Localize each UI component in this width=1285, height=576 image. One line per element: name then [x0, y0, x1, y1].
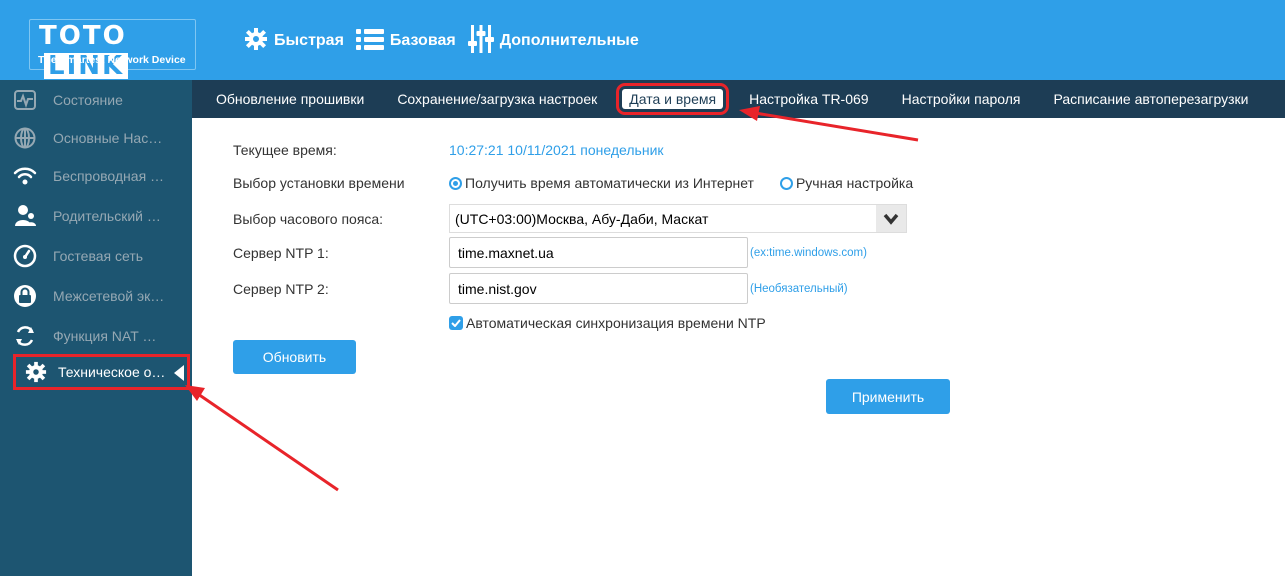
- logo-wordmark: TOTOLINK: [39, 21, 195, 81]
- sidebar-item-basic-settings[interactable]: Основные Нас…: [0, 118, 192, 158]
- ntp2-input[interactable]: [449, 273, 748, 304]
- apply-button[interactable]: Применить: [826, 379, 950, 414]
- timezone-label: Выбор часового пояса:: [233, 211, 384, 227]
- chevron-down-icon[interactable]: [876, 205, 906, 232]
- tab-save-load-settings[interactable]: Сохранение/загрузка настроек: [397, 91, 597, 107]
- sidebar-item-parental[interactable]: Родительский …: [0, 196, 192, 236]
- parental-icon: [13, 204, 37, 228]
- active-caret-icon: [174, 365, 184, 381]
- topnav-quick[interactable]: Быстрая: [244, 27, 344, 56]
- refresh-button[interactable]: Обновить: [233, 340, 356, 374]
- logo-tagline: The Smartest Network Device: [38, 54, 186, 66]
- tab-date-time[interactable]: Дата и время: [616, 83, 730, 115]
- list-icon: [355, 27, 390, 56]
- top-header: TOTOLINK The Smartest Network Device Быс…: [0, 0, 1285, 80]
- sidebar-item-status[interactable]: Состояние: [0, 80, 192, 120]
- sidebar-item-label: Состояние: [53, 92, 123, 108]
- sidebar-item-label: Основные Нас…: [53, 130, 163, 146]
- current-time-label: Текущее время:: [233, 142, 337, 158]
- globe-icon: [13, 126, 37, 150]
- top-nav: Быстрая Базовая Дополнительные: [244, 24, 651, 58]
- logo-left-text: TOTO: [39, 21, 127, 51]
- sliders-icon: [467, 24, 500, 58]
- sidebar-item-label: Беспроводная …: [53, 168, 165, 184]
- time-mode-label: Выбор установки времени: [233, 175, 405, 191]
- tab-firmware-upgrade[interactable]: Обновление прошивки: [216, 91, 364, 107]
- arrow-to-sidebar-line: [197, 392, 339, 492]
- firewall-icon: [13, 284, 37, 308]
- timezone-value: (UTC+03:00)Москва, Абу-Даби, Маскат: [455, 210, 709, 227]
- topnav-advanced-label: Дополнительные: [499, 32, 639, 49]
- auto-sync-checkbox[interactable]: [449, 316, 463, 330]
- topnav-basic-label: Базовая: [389, 32, 456, 49]
- sub-nav: Обновление прошивки Сохранение/загрузка …: [192, 80, 1285, 118]
- topnav-basic[interactable]: Базовая: [355, 27, 456, 56]
- ntp1-hint: (ex:time.windows.com): [750, 247, 867, 259]
- topnav-quick-label: Быстрая: [274, 32, 344, 49]
- sidebar-item-firewall[interactable]: Межсетевой эк…: [0, 276, 192, 316]
- sidebar-item-label: Межсетевой эк…: [53, 288, 165, 304]
- radio-manual-time-label[interactable]: Ручная настройка: [796, 175, 913, 191]
- check-icon: [451, 319, 461, 327]
- sidebar-item-label: Техническое о…: [58, 364, 166, 380]
- tab-password[interactable]: Настройки пароля: [902, 91, 1021, 107]
- ntp1-label: Сервер NTP 1:: [233, 245, 329, 261]
- sidebar-item-label: Гостевая сеть: [53, 248, 144, 264]
- ntp2-label: Сервер NTP 2:: [233, 281, 329, 297]
- radio-manual-time[interactable]: [779, 176, 793, 190]
- sidebar-item-nat[interactable]: Функция NAT …: [0, 316, 192, 356]
- sidebar-item-wireless[interactable]: Беспроводная …: [0, 156, 192, 196]
- auto-sync-row: Автоматическая синхронизация времени NTP: [449, 315, 766, 331]
- ntp2-hint: (Необязательный): [750, 283, 848, 295]
- gear-icon: [244, 27, 274, 56]
- sidebar-item-label: Функция NAT …: [53, 328, 157, 344]
- current-time-value: 10:27:21 10/11/2021 понедельник: [449, 142, 664, 158]
- pulse-icon: [13, 88, 37, 112]
- tab-reboot-schedule[interactable]: Расписание автоперезагрузки: [1054, 91, 1249, 107]
- refresh-icon: [13, 324, 37, 348]
- gear-icon: [24, 360, 48, 384]
- tab-tr069[interactable]: Настройка TR-069: [749, 91, 869, 107]
- topnav-advanced[interactable]: Дополнительные: [467, 24, 639, 58]
- sidebar-item-guest-network[interactable]: Гостевая сеть: [0, 236, 192, 276]
- sidebar-item-maintenance[interactable]: Техническое о…: [13, 354, 190, 390]
- sidebar-item-label: Родительский …: [53, 208, 161, 224]
- sidebar: Состояние Основные Нас… Беспроводная … Р…: [0, 80, 192, 576]
- wifi-icon: [13, 164, 37, 188]
- time-mode-group: Получить время автоматически из Интернет…: [449, 175, 913, 191]
- timezone-select[interactable]: (UTC+03:00)Москва, Абу-Даби, Маскат: [449, 204, 907, 233]
- radio-auto-time[interactable]: [449, 176, 462, 190]
- gauge-icon: [13, 244, 37, 268]
- brand-logo: TOTOLINK The Smartest Network Device: [29, 19, 196, 79]
- auto-sync-label[interactable]: Автоматическая синхронизация времени NTP: [466, 315, 766, 331]
- radio-auto-time-label[interactable]: Получить время автоматически из Интернет: [465, 175, 754, 191]
- ntp1-input[interactable]: [449, 237, 748, 268]
